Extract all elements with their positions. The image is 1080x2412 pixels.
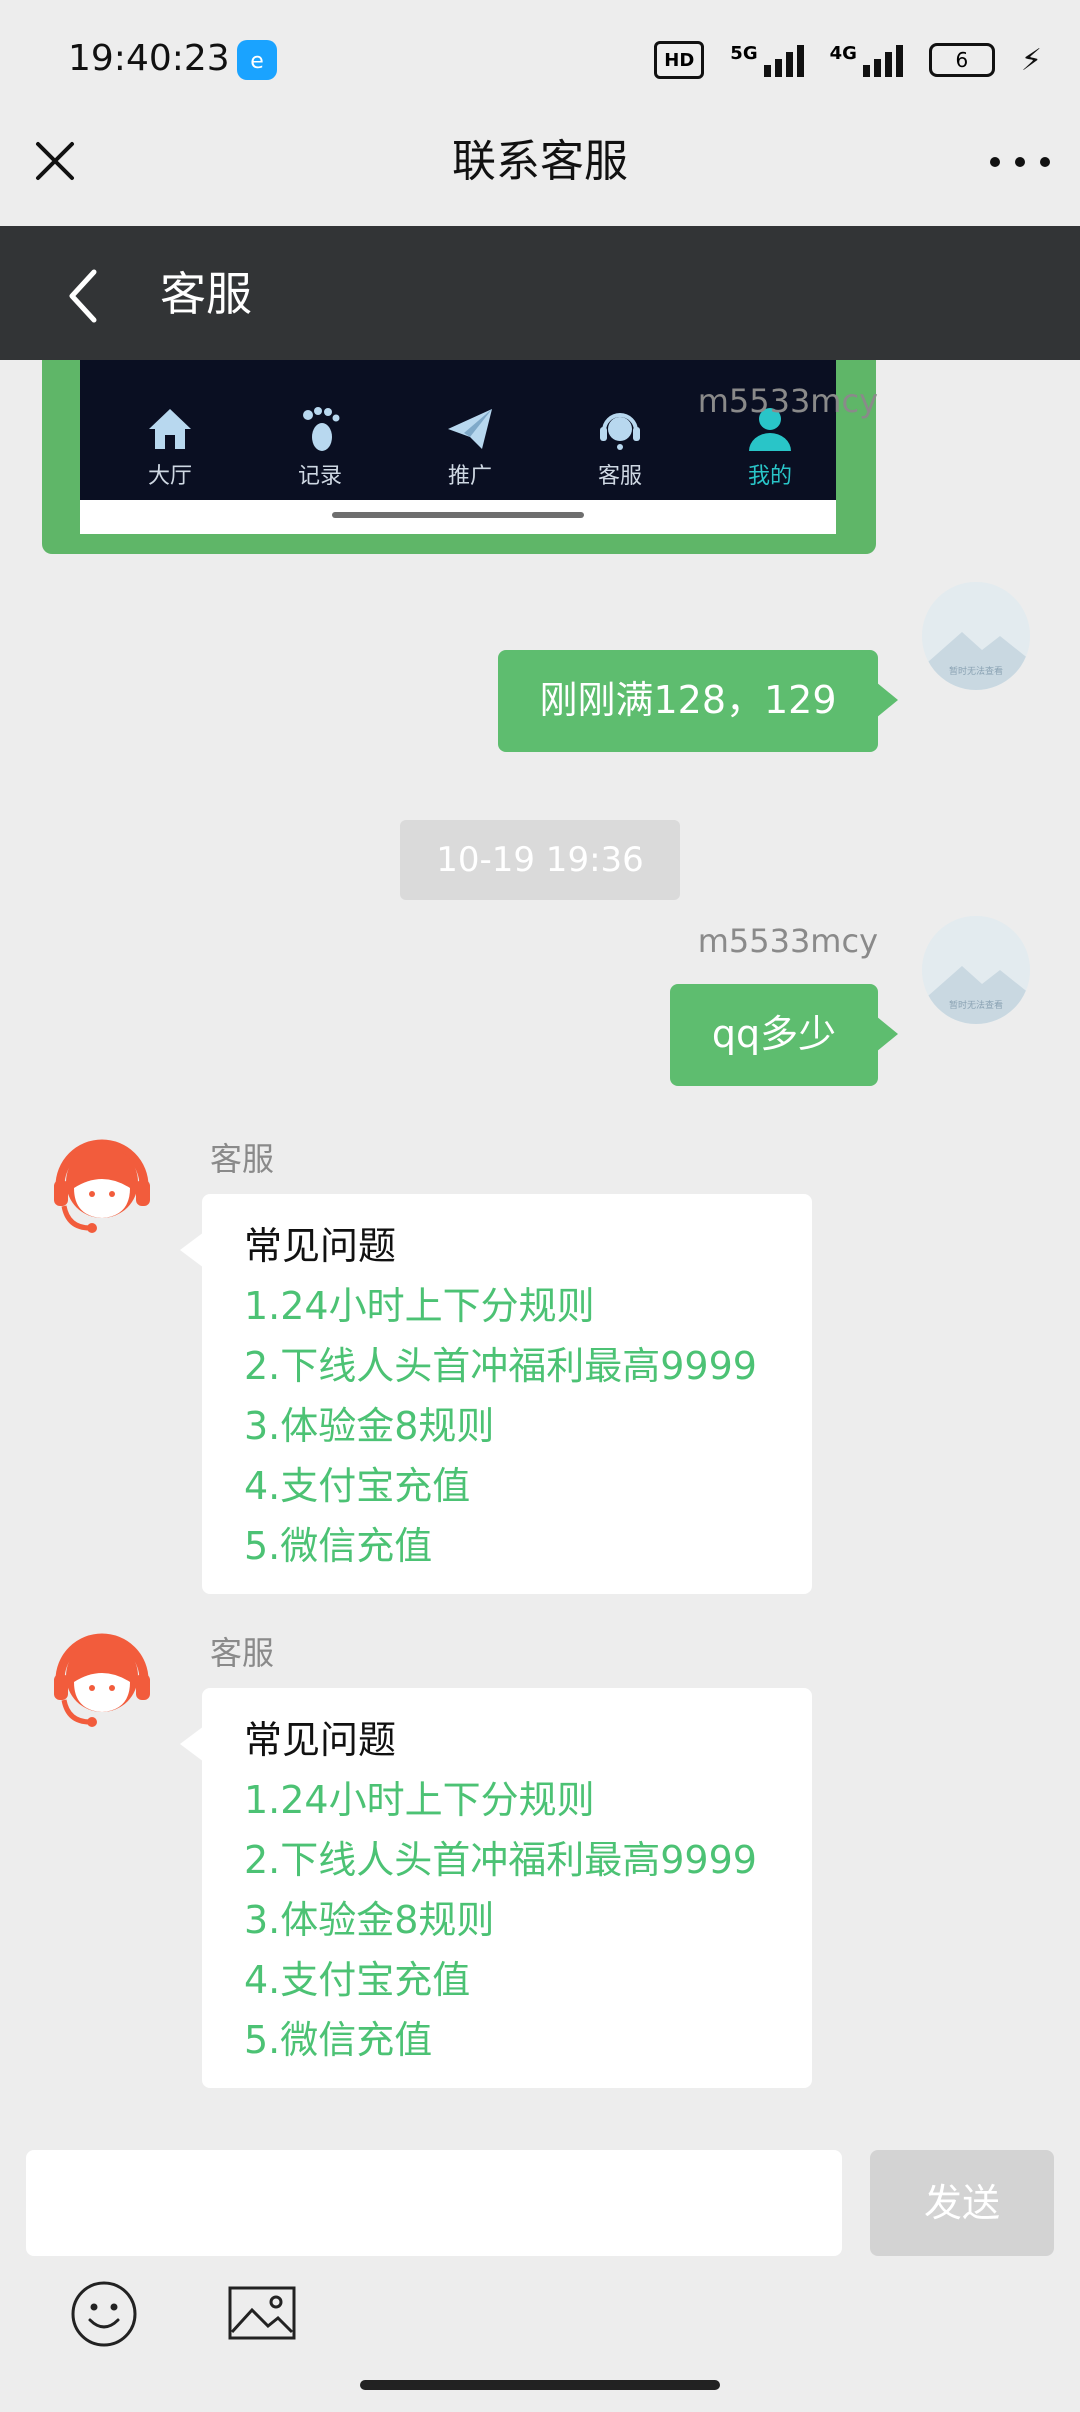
- faq-link-item[interactable]: 3.体验金8规则: [244, 1890, 812, 1950]
- battery-icon: 6: [928, 43, 995, 77]
- user-avatar[interactable]: 暂时无法查看: [922, 582, 1030, 690]
- footprint-icon: [260, 400, 380, 458]
- faq-link-item[interactable]: 5.微信充值: [244, 2010, 812, 2070]
- faq-message-bubble: 常见问题 1.24小时上下分规则 2.下线人头首冲福利最高9999 3.体验金8…: [202, 1688, 812, 2088]
- sender-name: m5533mcy: [697, 382, 878, 420]
- nav-label: 大厅: [147, 464, 192, 489]
- headset-icon: [560, 400, 680, 458]
- faq-link-item[interactable]: 1.24小时上下分规则: [244, 1276, 812, 1336]
- signal-5g-icon: 5G: [730, 43, 804, 77]
- sender-name: 客服: [210, 1634, 275, 1672]
- message-input[interactable]: [26, 2150, 842, 2256]
- hd-voice-icon: HD: [654, 41, 705, 79]
- faq-link-item[interactable]: 4.支付宝充值: [244, 1950, 812, 2010]
- close-icon[interactable]: [30, 136, 80, 186]
- faq-link-item[interactable]: 4.支付宝充值: [244, 1456, 812, 1516]
- sender-name: 客服: [210, 1140, 275, 1178]
- bubble-tail: [180, 1232, 204, 1268]
- nav-item-records: 记录: [260, 400, 380, 490]
- bubble-tail: [876, 682, 898, 718]
- more-options-icon[interactable]: [990, 142, 1050, 182]
- chat-title: 客服: [160, 267, 252, 321]
- back-icon[interactable]: [58, 266, 108, 326]
- home-icon: [110, 400, 230, 458]
- faq-title: 常见问题: [244, 1224, 397, 1268]
- status-time: 19:40:23: [68, 38, 230, 79]
- screenshot-home-bar: [332, 512, 584, 518]
- paper-plane-icon: [410, 400, 530, 458]
- faq-link-item[interactable]: 2.下线人头首冲福利最高9999: [244, 1830, 812, 1890]
- home-indicator[interactable]: [360, 2380, 720, 2390]
- status-icons: HD 5G 4G 6 ⚡: [654, 40, 1042, 80]
- avatar-placeholder-text: 暂时无法查看: [949, 999, 1003, 1011]
- avatar-placeholder-text: 暂时无法查看: [949, 665, 1003, 677]
- agent-avatar[interactable]: [50, 1130, 154, 1234]
- sent-message-bubble[interactable]: qq多少: [670, 984, 878, 1086]
- svg-text:e: e: [250, 49, 264, 74]
- screenshot-bottom-nav: 大厅 记录 推广 客服 我的: [80, 360, 836, 500]
- send-button[interactable]: 发送: [870, 2150, 1054, 2256]
- emoji-icon[interactable]: [70, 2280, 138, 2348]
- faq-message-bubble: 常见问题 1.24小时上下分规则 2.下线人头首冲福利最高9999 3.体验金8…: [202, 1194, 812, 1594]
- message-timestamp: 10-19 19:36: [400, 820, 680, 900]
- sender-name: m5533mcy: [697, 922, 878, 960]
- bubble-tail: [876, 1016, 898, 1052]
- signal-4g-icon: 4G: [830, 43, 903, 77]
- bubble-tail: [180, 1726, 204, 1762]
- nav-label: 客服: [597, 464, 642, 489]
- nav-label: 我的: [747, 464, 792, 489]
- sent-message-bubble[interactable]: 刚刚满128，129: [498, 650, 878, 752]
- nav-item-service: 客服: [560, 400, 680, 490]
- nav-item-lobby: 大厅: [110, 400, 230, 490]
- agent-avatar[interactable]: [50, 1624, 154, 1728]
- chat-message-list[interactable]: 大厅 记录 推广 客服 我的 m5533mcy 暂时无法查看 刚刚满128，12…: [0, 360, 1080, 2140]
- faq-link-item[interactable]: 3.体验金8规则: [244, 1396, 812, 1456]
- browser-app-icon: e: [237, 40, 277, 80]
- charging-icon: ⚡: [1020, 42, 1042, 78]
- faq-link-item[interactable]: 2.下线人头首冲福利最高9999: [244, 1336, 812, 1396]
- faq-link-item[interactable]: 1.24小时上下分规则: [244, 1770, 812, 1830]
- image-picker-icon[interactable]: [228, 2286, 296, 2342]
- nav-label: 记录: [297, 464, 342, 489]
- nav-item-promotion: 推广: [410, 400, 530, 490]
- user-avatar[interactable]: 暂时无法查看: [922, 916, 1030, 1024]
- faq-link-item[interactable]: 5.微信充值: [244, 1516, 812, 1576]
- faq-title: 常见问题: [244, 1718, 397, 1762]
- page-title: 联系客服: [452, 136, 628, 187]
- nav-label: 推广: [447, 464, 492, 489]
